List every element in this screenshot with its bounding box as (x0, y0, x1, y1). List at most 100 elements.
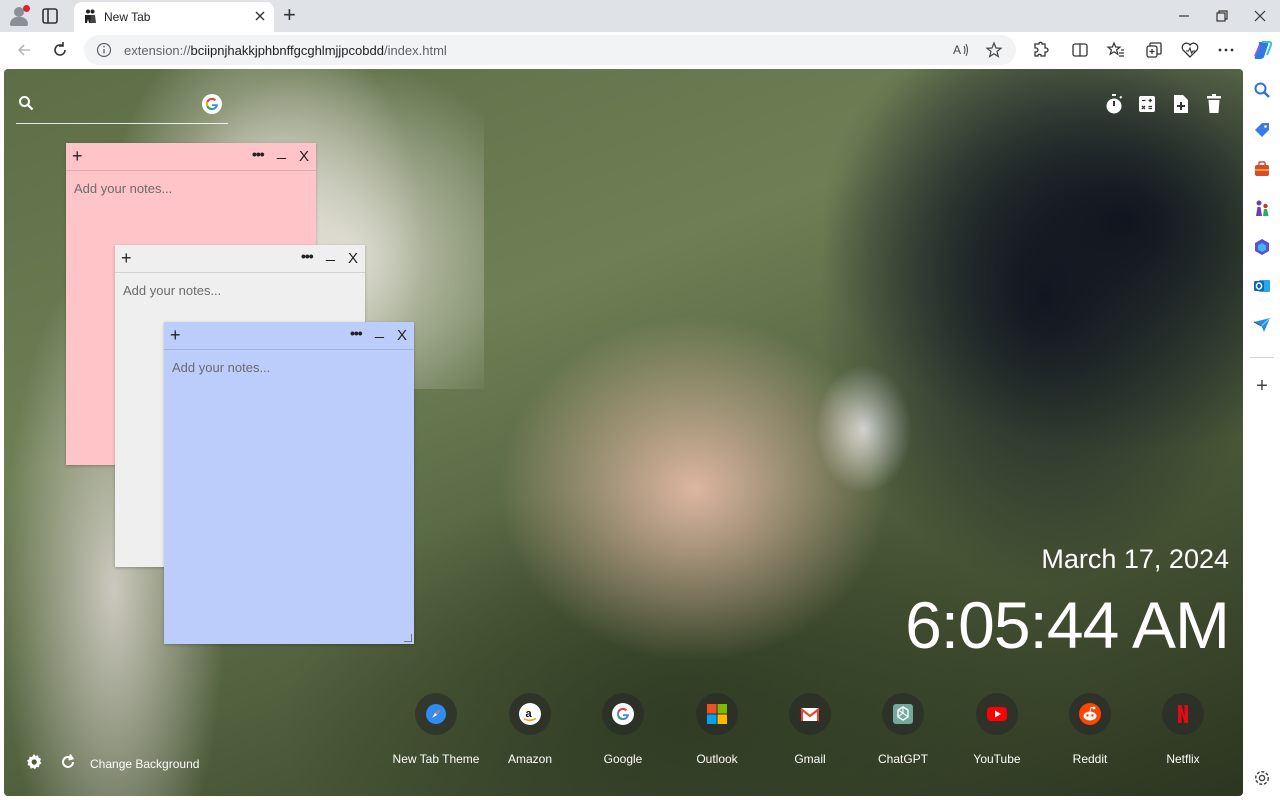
microsoft-icon (707, 704, 727, 724)
tab-actions-icon[interactable] (40, 6, 60, 26)
sidebar-drop-icon[interactable] (1253, 316, 1271, 334)
clock-time: 6:05:44 AM (905, 588, 1230, 662)
tab-close-icon[interactable] (252, 8, 268, 24)
address-bar[interactable]: extension://bciipnjhakkjphbnffgcghlmjjpc… (84, 35, 1016, 65)
netflix-icon (1178, 705, 1188, 723)
gmail-icon (800, 708, 820, 721)
favorites-icon[interactable] (1106, 40, 1126, 60)
new-tab-page: + ••• _ X Add your notes... + ••• _ X Ad… (4, 69, 1243, 796)
url-host: bciipnjhakkjphbnffgcghlmjjpcobdd (190, 43, 384, 58)
add-note-icon[interactable] (1171, 93, 1191, 115)
sidebar-shopping-icon[interactable] (1253, 121, 1271, 139)
compass-icon (426, 704, 446, 724)
close-window-icon[interactable] (1250, 6, 1270, 26)
favorite-star-icon[interactable] (985, 41, 1003, 59)
refresh-background-icon[interactable] (59, 753, 77, 771)
restore-window-icon[interactable] (1212, 6, 1232, 26)
google-icon[interactable] (202, 94, 222, 114)
shortcut-youtube[interactable]: YouTube (950, 693, 1044, 773)
sidebar-divider (1250, 357, 1274, 358)
note-text-area[interactable]: Add your notes... (74, 181, 172, 196)
shortcut-label: New Tab Theme (392, 752, 480, 766)
note-more-button[interactable]: ••• (350, 325, 363, 341)
google-icon (612, 703, 634, 725)
calculator-icon[interactable] (1137, 93, 1157, 115)
reddit-icon (1079, 703, 1101, 725)
edge-sidebar: + (1244, 69, 1280, 800)
collections-icon[interactable] (1144, 40, 1164, 60)
new-tab-button[interactable]: + (281, 2, 301, 27)
shortcut-chatgpt[interactable]: ChatGPT (856, 693, 950, 773)
url-prefix: extension:// (124, 43, 191, 58)
shortcut-label: Google (603, 752, 643, 766)
svg-text:A: A (953, 43, 961, 57)
trash-icon[interactable] (1204, 93, 1224, 115)
note-resize-handle[interactable] (404, 634, 412, 642)
settings-gear-icon[interactable] (25, 753, 43, 771)
note-text-area[interactable]: Add your notes... (123, 283, 221, 298)
search-icon[interactable] (18, 95, 34, 111)
background-photo-shadow (824, 69, 1243, 449)
new-tab-plus-icon: + (283, 2, 296, 27)
note-more-button[interactable]: ••• (252, 146, 265, 162)
shortcut-label: Gmail (794, 752, 826, 766)
amazon-icon: a (519, 703, 541, 725)
sidebar-settings-icon[interactable] (1253, 769, 1271, 787)
back-arrow-icon[interactable] (14, 40, 34, 60)
shortcut-label: YouTube (973, 752, 1021, 766)
browser-toolbar: extension://bciipnjhakkjphbnffgcghlmjjpc… (0, 32, 1280, 68)
more-menu-icon[interactable] (1216, 40, 1236, 60)
tab-strip: New Tab + (0, 0, 1280, 32)
note-text-area[interactable]: Add your notes... (172, 360, 270, 375)
shortcut-new-tab-theme[interactable]: New Tab Theme (389, 693, 483, 773)
note-minimize-button[interactable]: _ (326, 245, 335, 263)
youtube-icon (987, 707, 1007, 721)
note-close-button[interactable]: X (397, 327, 407, 344)
note-close-button[interactable]: X (299, 148, 309, 165)
split-screen-icon[interactable] (1070, 40, 1090, 60)
note-more-button[interactable]: ••• (301, 248, 314, 264)
sidebar-outlook-icon[interactable] (1253, 277, 1271, 295)
clock-date: March 17, 2024 (1041, 544, 1229, 574)
note-minimize-button[interactable]: _ (277, 143, 286, 161)
shortcut-label: Outlook (696, 752, 738, 766)
extensions-icon[interactable] (1030, 40, 1050, 60)
note-add-button[interactable]: + (121, 249, 132, 267)
sidebar-games-icon[interactable] (1253, 199, 1271, 217)
shortcut-amazon[interactable]: a Amazon (483, 693, 577, 773)
note-close-button[interactable]: X (348, 250, 358, 267)
sidebar-search-icon[interactable] (1253, 81, 1271, 99)
sidebar-tools-icon[interactable] (1253, 160, 1271, 178)
reload-icon[interactable] (50, 40, 70, 60)
shortcut-label: Amazon (507, 752, 553, 766)
url-path: /index.html (383, 43, 447, 58)
search-bar[interactable] (16, 89, 228, 124)
tab-title: New Tab (104, 10, 151, 24)
shortcut-label: Reddit (1072, 752, 1108, 766)
copilot-icon[interactable] (1252, 39, 1274, 61)
minimize-window-icon[interactable] (1174, 6, 1194, 26)
sidebar-copilot-365-icon[interactable] (1253, 238, 1271, 256)
shortcut-google[interactable]: Google (576, 693, 670, 773)
note-add-button[interactable]: + (170, 326, 181, 344)
sticky-note-blue[interactable]: + ••• _ X Add your notes... (164, 322, 414, 644)
profile-avatar-icon[interactable] (8, 5, 30, 27)
shortcut-reddit[interactable]: Reddit (1043, 693, 1137, 773)
shortcut-outlook[interactable]: Outlook (670, 693, 764, 773)
shortcut-label: ChatGPT (877, 752, 928, 766)
shortcut-gmail[interactable]: Gmail (763, 693, 857, 773)
url-text: extension://bciipnjhakkjphbnffgcghlmjjpc… (124, 43, 447, 58)
site-info-icon[interactable] (96, 42, 112, 58)
shortcut-label: Netflix (1166, 752, 1200, 766)
change-background-button[interactable]: Change Background (90, 757, 199, 771)
browser-essentials-icon[interactable] (1180, 40, 1200, 60)
tab-new-tab[interactable]: New Tab (74, 2, 274, 32)
timer-icon[interactable] (1104, 93, 1124, 115)
shortcut-netflix[interactable]: Netflix (1136, 693, 1230, 773)
note-minimize-button[interactable]: _ (375, 322, 384, 340)
note-add-button[interactable]: + (72, 147, 83, 165)
sidebar-add-icon[interactable]: + (1253, 376, 1271, 396)
chatgpt-icon (893, 704, 913, 724)
tab-favicon-icon (85, 9, 96, 23)
read-aloud-icon[interactable]: A (952, 41, 970, 59)
